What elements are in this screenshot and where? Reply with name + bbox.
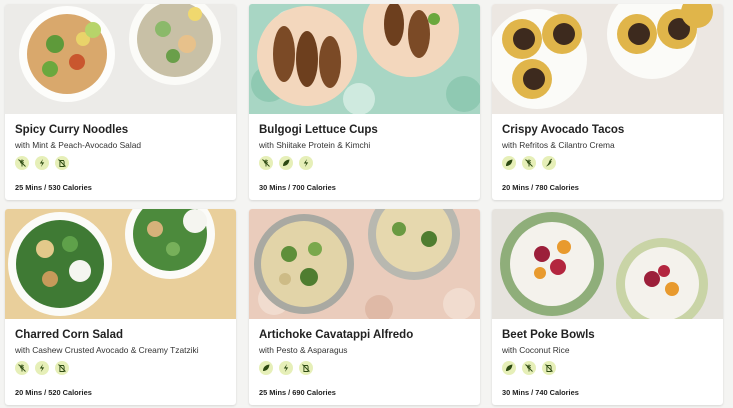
recipe-title[interactable]: Artichoke Cavatappi Alfredo (259, 329, 413, 341)
recipe-card[interactable]: Bulgogi Lettuce Cups with Shiitake Prote… (249, 4, 480, 200)
leaf-icon (259, 361, 273, 375)
lightning-icon (279, 361, 293, 375)
recipe-card[interactable]: Artichoke Cavatappi Alfredo with Pesto &… (249, 209, 480, 405)
recipe-subtitle: with Mint & Peach-Avocado Salad (15, 140, 142, 150)
recipe-title[interactable]: Bulgogi Lettuce Cups (259, 124, 378, 136)
recipe-photo[interactable] (249, 4, 480, 114)
recipe-photo[interactable] (5, 4, 236, 114)
recipe-card[interactable]: Crispy Avocado Tacos with Refritos & Cil… (492, 4, 723, 200)
recipe-meta: 30 Mins / 700 Calories (259, 183, 336, 192)
recipe-title[interactable]: Spicy Curry Noodles (15, 124, 128, 136)
recipe-grid: Spicy Curry Noodles with Mint & Peach-Av… (0, 0, 733, 408)
recipe-photo[interactable] (249, 209, 480, 319)
diet-icons (259, 156, 313, 172)
leaf-icon (502, 361, 516, 375)
recipe-meta: 25 Mins / 690 Calories (259, 388, 336, 397)
recipe-card[interactable]: Spicy Curry Noodles with Mint & Peach-Av… (5, 4, 236, 200)
diet-icons (15, 156, 69, 172)
recipe-subtitle: with Cashew Crusted Avocado & Creamy Tza… (15, 345, 199, 355)
recipe-title[interactable]: Beet Poke Bowls (502, 329, 595, 341)
diet-icons (502, 361, 556, 377)
lightning-icon (299, 156, 313, 170)
no-dairy-icon (542, 361, 556, 375)
pepper-icon (542, 156, 556, 170)
recipe-meta: 25 Mins / 530 Calories (15, 183, 92, 192)
recipe-photo[interactable] (5, 209, 236, 319)
no-gluten-icon (522, 361, 536, 375)
recipe-subtitle: with Refritos & Cilantro Crema (502, 140, 615, 150)
no-gluten-icon (15, 361, 29, 375)
lightning-icon (35, 361, 49, 375)
recipe-card[interactable]: Beet Poke Bowls with Coconut Rice 30 Min… (492, 209, 723, 405)
no-dairy-icon (299, 361, 313, 375)
recipe-subtitle: with Shiitake Protein & Kimchi (259, 140, 371, 150)
recipe-meta: 30 Mins / 740 Calories (502, 388, 579, 397)
recipe-meta: 20 Mins / 780 Calories (502, 183, 579, 192)
recipe-card[interactable]: Charred Corn Salad with Cashew Crusted A… (5, 209, 236, 405)
lightning-icon (35, 156, 49, 170)
diet-icons (259, 361, 313, 377)
no-gluten-icon (259, 156, 273, 170)
no-dairy-icon (55, 361, 69, 375)
no-gluten-icon (15, 156, 29, 170)
leaf-icon (502, 156, 516, 170)
no-gluten-icon (522, 156, 536, 170)
diet-icons (502, 156, 556, 172)
no-dairy-icon (55, 156, 69, 170)
diet-icons (15, 361, 69, 377)
recipe-meta: 20 Mins / 520 Calories (15, 388, 92, 397)
recipe-title[interactable]: Charred Corn Salad (15, 329, 123, 341)
recipe-subtitle: with Pesto & Asparagus (259, 345, 348, 355)
recipe-title[interactable]: Crispy Avocado Tacos (502, 124, 624, 136)
recipe-subtitle: with Coconut Rice (502, 345, 570, 355)
recipe-photo[interactable] (492, 4, 723, 114)
leaf-icon (279, 156, 293, 170)
recipe-photo[interactable] (492, 209, 723, 319)
